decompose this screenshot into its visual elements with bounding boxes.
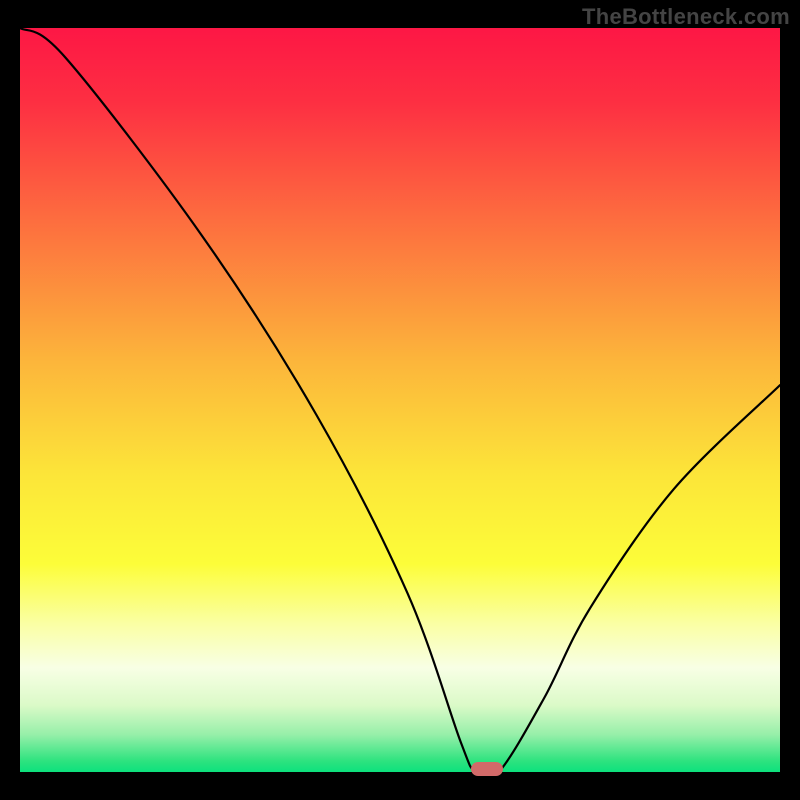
chart-frame: TheBottleneck.com: [0, 0, 800, 800]
gradient-background: [20, 28, 780, 772]
plot-area: [20, 28, 780, 772]
watermark-label: TheBottleneck.com: [582, 4, 790, 30]
optimal-point-marker: [471, 762, 503, 776]
bottleneck-chart: [20, 28, 780, 772]
